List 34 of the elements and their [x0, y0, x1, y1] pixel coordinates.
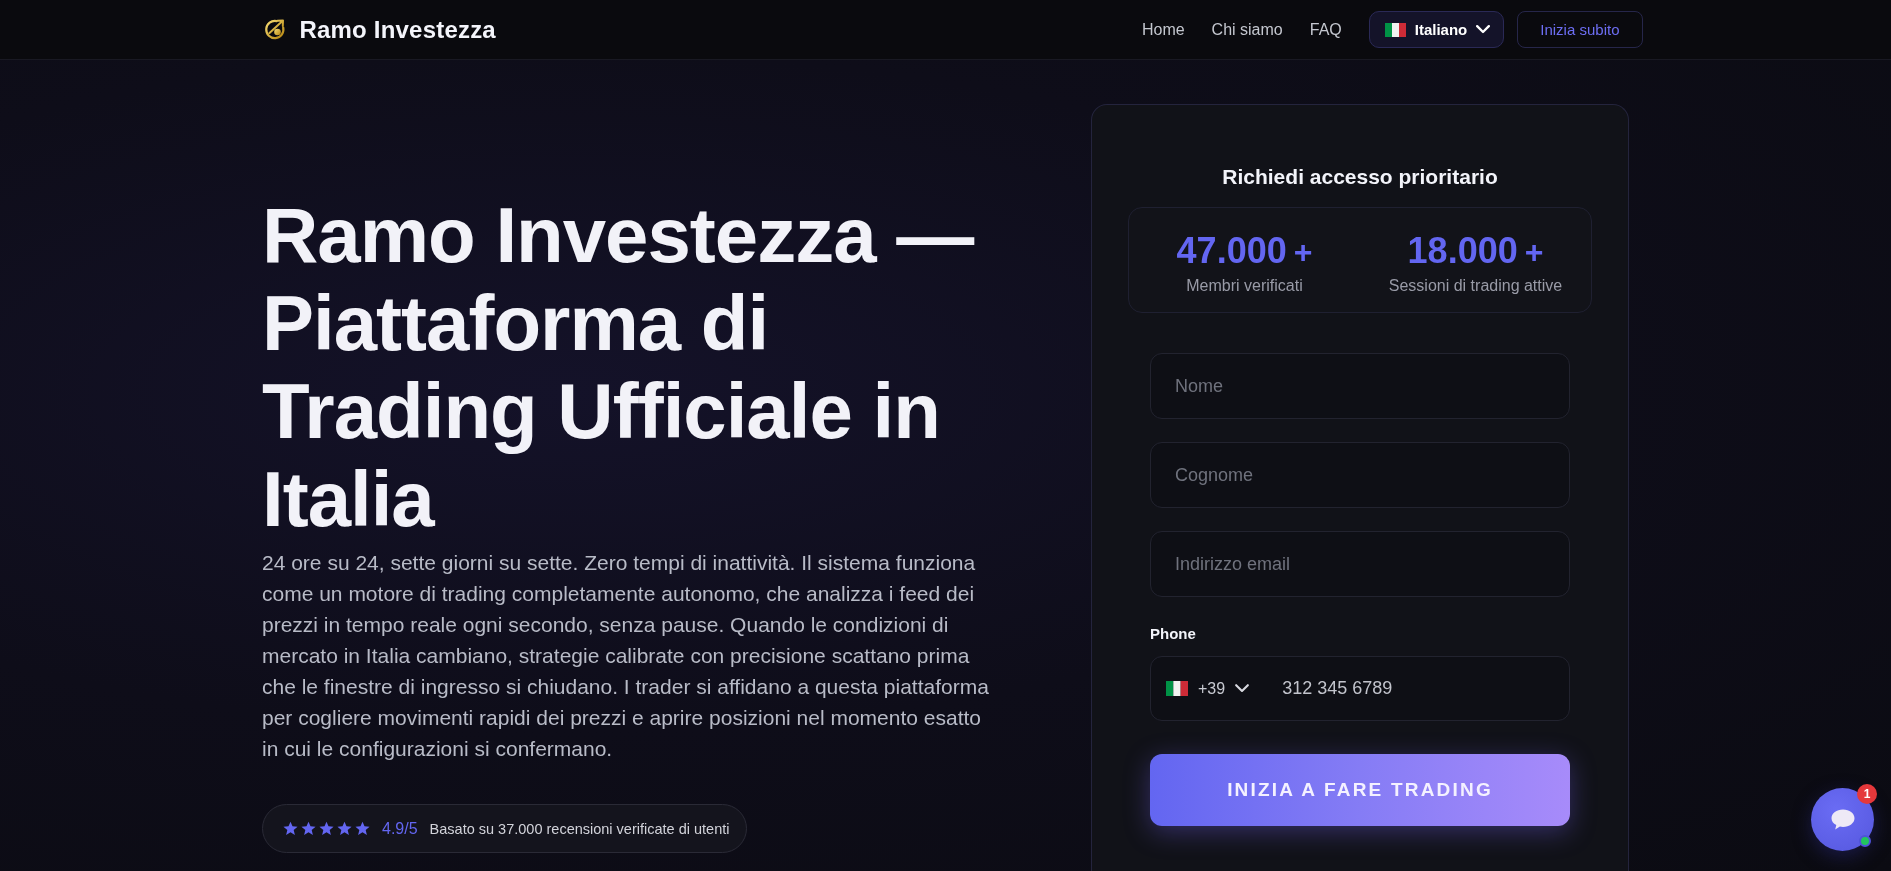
stat-value: 18.000 + — [1407, 230, 1544, 273]
notification-badge: 1 — [1857, 784, 1877, 804]
chat-bubble-icon — [1830, 809, 1855, 830]
nav-link[interactable]: FAQ — [1309, 20, 1342, 39]
chevron-down-icon — [1476, 25, 1491, 34]
input-field[interactable]: Indirizzo email — [1150, 531, 1570, 597]
stat-label: Membri verificati — [1186, 276, 1303, 296]
hero-description: 24 ore su 24, sette giorni su sette. Zero tempi di inattività. Il sistema funziona come un motore di trading completamente autonomo, che analizza i feed dei prezzi in tempo reale ogni secondo, senza pause. Quando le condizioni di mercato in Italia cambiano, strategie calibrate con precisione scattano prima che le finestre di ingresso si chiudano. I trader si affidano a questa piattaforma per cogliere movimenti rapidi dei prezzi e aprire posizioni nel momento esatto in cui le configurazioni si confermano. — [262, 550, 990, 762]
language-button[interactable]: Italiano — [1368, 11, 1505, 48]
rating-text: Basato su 37.000 recensioni verificate di utenti — [429, 820, 730, 837]
star-icon — [283, 821, 298, 836]
hero-title: Ramo Investezza — Piattaforma di Trading Ufficiale in Italia — [262, 191, 975, 543]
rating-score: 4.9/5 — [382, 819, 418, 838]
star-icon — [337, 821, 352, 836]
phone-label: Phone — [1150, 624, 1197, 644]
star-icon — [319, 821, 334, 836]
get-started-button[interactable]: Inizia subito — [1517, 11, 1643, 48]
input-field[interactable]: Nome — [1150, 353, 1570, 419]
flag-icon — [1166, 681, 1188, 696]
nav-link[interactable]: Home — [1141, 20, 1185, 39]
stat-label: Sessioni di trading attive — [1388, 276, 1563, 296]
star-icon — [355, 821, 370, 836]
input-field[interactable]: Cognome — [1150, 442, 1570, 508]
chevron-down-icon — [1235, 684, 1250, 693]
stat-value: 47.000 + — [1176, 230, 1313, 273]
country-code-button[interactable]: +39 — [1166, 679, 1250, 698]
form-title: Richiedi accesso prioritario — [1221, 164, 1499, 190]
logo-icon — [263, 18, 286, 41]
flag-icon — [1384, 22, 1406, 37]
star-icon — [301, 821, 316, 836]
brand-name: Ramo Investezza — [299, 15, 496, 44]
nav-link[interactable]: Chi siamo — [1211, 20, 1283, 39]
phone-field[interactable]: +39 312 345 6789 — [1150, 656, 1570, 721]
chat-button[interactable] — [1811, 788, 1874, 851]
